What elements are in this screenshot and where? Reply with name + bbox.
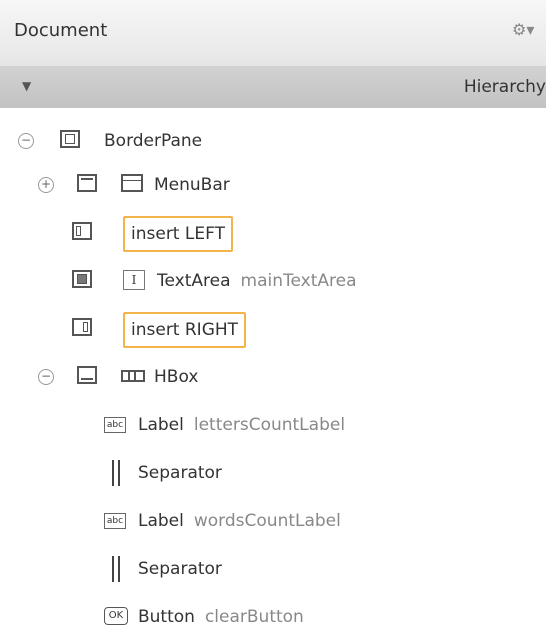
node-id: mainTextArea	[240, 271, 357, 291]
node-id: wordsCountLabel	[193, 511, 341, 531]
label-icon: abc	[104, 417, 126, 433]
panel-title: Document	[14, 20, 108, 41]
hierarchy-tree: − BorderPane + MenuBar insert LEFT I Tex…	[0, 108, 546, 633]
tree-row-textarea[interactable]: I TextArea mainTextArea	[0, 260, 546, 304]
borderpane-left-region-icon	[72, 222, 92, 240]
gear-menu-icon[interactable]: ⚙▾	[512, 20, 534, 39]
node-name: Label	[138, 415, 184, 435]
tree-row-separator-2[interactable]: Separator	[0, 548, 546, 592]
separator-icon	[112, 460, 120, 486]
menubar-icon	[121, 174, 143, 192]
borderpane-icon	[60, 130, 80, 148]
insert-left-dropzone[interactable]: insert LEFT	[123, 216, 233, 252]
separator-icon	[112, 556, 120, 582]
borderpane-right-region-icon	[72, 318, 92, 336]
node-name: HBox	[154, 367, 199, 387]
tree-row-label-letters[interactable]: abc Label lettersCountLabel	[0, 404, 546, 448]
node-name: BorderPane	[104, 131, 203, 151]
collapse-icon[interactable]: −	[38, 369, 54, 385]
expand-icon[interactable]: +	[38, 177, 54, 193]
borderpane-top-region-icon	[77, 174, 97, 192]
borderpane-bottom-region-icon	[77, 366, 97, 384]
tree-row-button-clear[interactable]: OK Button clearButton	[0, 596, 546, 640]
borderpane-center-region-icon	[72, 270, 92, 288]
node-name: Button	[138, 607, 195, 627]
section-title: Hierarchy	[463, 77, 546, 97]
node-id: lettersCountLabel	[193, 415, 346, 435]
tree-row-borderpane[interactable]: − BorderPane	[0, 120, 546, 164]
tree-row-insert-left[interactable]: insert LEFT	[0, 212, 546, 256]
document-panel-header: Document ⚙▾	[0, 0, 546, 67]
node-name: Separator	[138, 463, 222, 483]
tree-row-hbox[interactable]: − HBox	[0, 356, 546, 400]
node-name: Label	[138, 511, 184, 531]
button-icon: OK	[104, 607, 128, 625]
collapse-icon[interactable]: −	[18, 133, 34, 149]
node-name: MenuBar	[154, 175, 230, 195]
tree-row-label-words[interactable]: abc Label wordsCountLabel	[0, 500, 546, 544]
tree-row-separator-1[interactable]: Separator	[0, 452, 546, 496]
tree-row-menubar[interactable]: + MenuBar	[0, 164, 546, 208]
node-name: Separator	[138, 559, 222, 579]
collapse-triangle-icon[interactable]: ▼	[22, 79, 31, 93]
tree-row-insert-right[interactable]: insert RIGHT	[0, 308, 546, 352]
hbox-icon	[121, 370, 145, 382]
label-icon: abc	[104, 513, 126, 529]
textarea-icon: I	[123, 270, 145, 290]
hierarchy-section-header[interactable]: ▼ Hierarchy	[0, 67, 546, 109]
node-name: TextArea	[157, 271, 231, 291]
node-id: clearButton	[204, 607, 304, 627]
insert-right-dropzone[interactable]: insert RIGHT	[123, 312, 247, 348]
